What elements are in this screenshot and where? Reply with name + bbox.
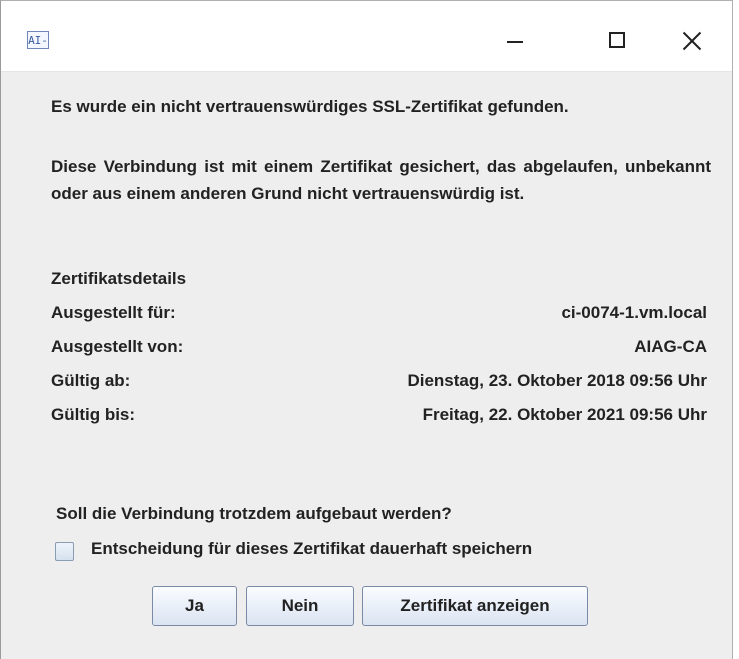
issued-by-label: Ausgestellt von:: [51, 337, 184, 356]
remember-decision-checkbox[interactable]: [55, 542, 74, 561]
warning-paragraph: Diese Verbindung ist mit einem Zertifika…: [51, 157, 711, 203]
titlebar: AI-: [1, 1, 732, 72]
valid-to-label: Gültig bis:: [51, 405, 136, 424]
issued-to-value: ci-0074-1.vm.local: [561, 303, 707, 322]
proceed-question: Soll die Verbindung trotzdem aufgebaut w…: [56, 504, 452, 523]
issued-by-value: AIAG-CA: [634, 337, 707, 356]
details-title: Zertifikatsdetails: [51, 269, 187, 288]
java-app-icon: AI-: [27, 31, 49, 49]
close-icon[interactable]: [672, 23, 712, 57]
maximize-icon[interactable]: [598, 23, 638, 57]
issued-to-label: Ausgestellt für:: [51, 303, 176, 322]
valid-to-value: Freitag, 22. Oktober 2021 09:56 Uhr: [422, 405, 707, 424]
valid-from-value: Dienstag, 23. Oktober 2018 09:56 Uhr: [407, 371, 707, 390]
show-certificate-button[interactable]: Zertifikat anzeigen: [362, 586, 588, 626]
warning-headline: Es wurde ein nicht vertrauenswürdiges SS…: [51, 97, 569, 116]
no-button[interactable]: Nein: [246, 586, 354, 626]
minimize-icon[interactable]: [495, 23, 535, 57]
valid-from-label: Gültig ab:: [51, 371, 131, 390]
certificate-dialog: AI- Es wurde ein nicht vertrauenswürdige…: [0, 0, 733, 659]
yes-button[interactable]: Ja: [152, 586, 237, 626]
remember-decision-label[interactable]: Entscheidung für dieses Zertifikat dauer…: [91, 539, 532, 559]
